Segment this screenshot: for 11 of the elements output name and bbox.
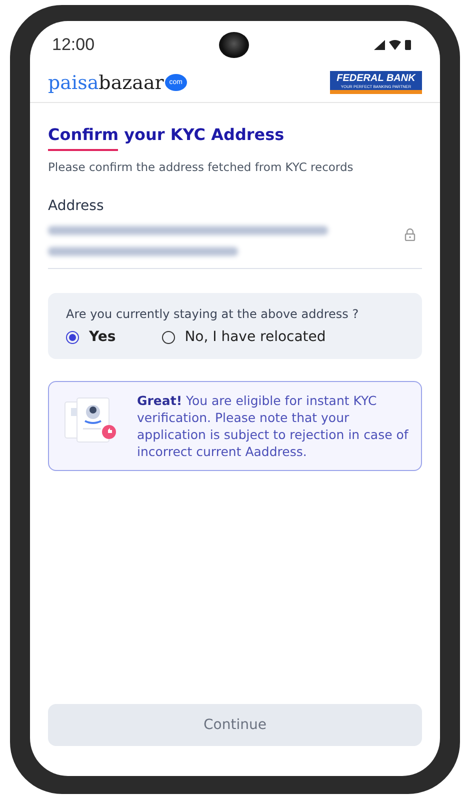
- info-message: Great! You are eligible for instant KYC verification. Please note that your application is subject to rejection in case of incorrect current Aaddress.: [137, 392, 409, 460]
- title-underline: [48, 149, 118, 151]
- status-icons: [374, 39, 414, 51]
- question-text: Are you currently staying at the above address ?: [66, 307, 360, 321]
- radio-option[interactable]: Yes: [66, 329, 116, 345]
- page-title: Confirm your KYC Address: [48, 125, 286, 144]
- camera-icon: [219, 32, 250, 58]
- radio-option[interactable]: No, I have relocated: [162, 329, 326, 345]
- status-time: 12:00: [52, 35, 95, 55]
- page-subtitle: Please confirm the address fetched from KYC records: [48, 160, 354, 174]
- field-label: Address: [48, 198, 105, 214]
